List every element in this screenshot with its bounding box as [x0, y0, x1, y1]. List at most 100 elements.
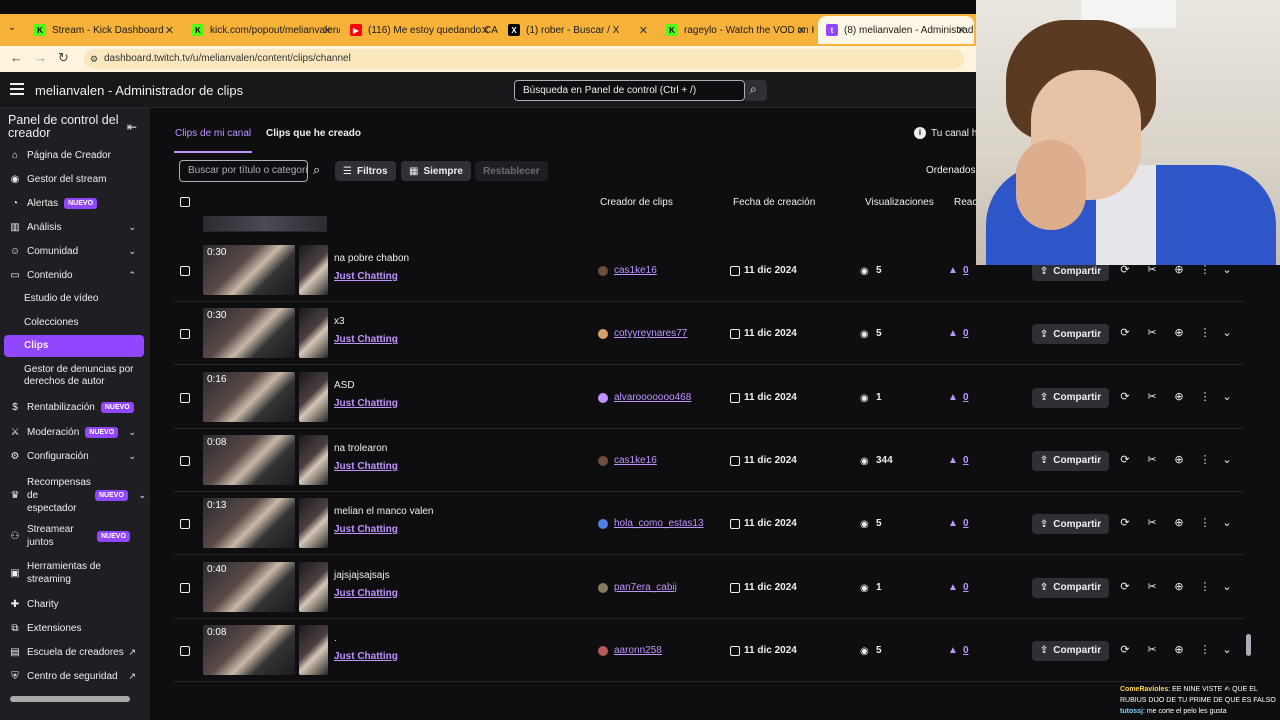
search-icon[interactable]: ⌕ — [313, 162, 320, 178]
browser-tab-3[interactable]: ▶ (116) Me estoy quedando CALV ✕ — [342, 16, 498, 44]
clip-creator-link[interactable]: cas1ke16 — [614, 455, 657, 466]
reload-icon[interactable]: ↻ — [58, 50, 69, 66]
clip-vertical-thumbnail[interactable] — [299, 498, 328, 549]
row-checkbox[interactable] — [180, 645, 190, 656]
scissors-icon[interactable]: ✂ — [1145, 516, 1159, 529]
scissors-icon[interactable]: ✂ — [1145, 390, 1159, 403]
clip-thumbnail[interactable]: 0:08 — [203, 434, 295, 485]
filters-button[interactable]: ☰ Filtros — [335, 161, 396, 181]
close-tab-icon[interactable]: ✕ — [323, 24, 332, 37]
tab-clips-i-created[interactable]: Clips que he creado — [266, 128, 361, 139]
more-options-icon[interactable]: ⋮ — [1198, 580, 1212, 593]
sidebar-item-stream-manager[interactable]: ◉ Gestor del stream — [0, 173, 150, 185]
menu-icon[interactable] — [10, 83, 24, 95]
browser-tab-6-active[interactable]: t (8) melianvalen - Administrado ✕ — [818, 16, 974, 44]
table-row[interactable]: 0:08 na trolearon Just Chatting cas1ke16 11 … — [174, 429, 1244, 492]
select-all-checkbox[interactable] — [180, 197, 190, 207]
tab-my-channel-clips[interactable]: Clips de mi canal — [175, 128, 251, 139]
more-options-icon[interactable]: ⋮ — [1198, 643, 1212, 656]
reset-button[interactable]: Restablecer — [475, 161, 548, 181]
more-options-icon[interactable]: ⋮ — [1198, 390, 1212, 403]
row-checkbox[interactable] — [180, 455, 190, 466]
clip-vertical-thumbnail[interactable] — [299, 624, 328, 675]
clip-category-link[interactable]: Just Chatting — [334, 461, 398, 472]
more-options-icon[interactable]: ⋮ — [1198, 516, 1212, 529]
sidebar-item-charity[interactable]: ✚ Charity — [0, 598, 150, 610]
sidebar-item-extensions[interactable]: ⧉ Extensiones — [0, 622, 150, 634]
scissors-icon[interactable]: ✂ — [1145, 453, 1159, 466]
add-icon[interactable]: ⊕ — [1172, 580, 1186, 593]
close-tab-icon[interactable]: ✕ — [481, 24, 490, 37]
clip-thumbnail[interactable]: 0:08 — [203, 624, 295, 675]
row-checkbox[interactable] — [180, 329, 190, 340]
clip-creator-link[interactable]: cotyyreynares77 — [614, 328, 687, 339]
chevron-down-icon[interactable]: ⌄ — [1220, 580, 1234, 593]
sidebar-sub-collections[interactable]: Colecciones — [24, 317, 78, 329]
browser-tab-5[interactable]: K rageylo - Watch the VOD on Ki ✕ — [658, 16, 814, 44]
sidebar-item-stream-together[interactable]: ⚇ Streamear juntos NUEVO — [0, 523, 150, 549]
browser-tab-4[interactable]: X (1) rober - Buscar / X ✕ — [500, 16, 656, 44]
share-button[interactable]: ⇪ Compartir — [1032, 387, 1109, 408]
sidebar-item-viewer-rewards[interactable]: ♛ Recompensas de espectador NUEVO ⌄ — [0, 476, 150, 514]
browser-tab-2[interactable]: K kick.com/popout/melianvalen/c ✕ — [184, 16, 340, 44]
tab-list-dropdown-icon[interactable]: ⌄ — [8, 22, 16, 33]
clip-likes[interactable]: 0 — [963, 265, 969, 276]
clip-category-link[interactable]: Just Chatting — [334, 524, 398, 535]
sync-icon[interactable]: ⟳ — [1118, 390, 1132, 403]
sync-icon[interactable]: ⟳ — [1118, 580, 1132, 593]
sync-icon[interactable]: ⟳ — [1118, 326, 1132, 339]
close-tab-icon[interactable]: ✕ — [797, 24, 806, 37]
col-views[interactable]: Visualizaciones — [865, 197, 934, 208]
scissors-icon[interactable]: ✂ — [1145, 643, 1159, 656]
more-options-icon[interactable]: ⋮ — [1198, 453, 1212, 466]
clip-creator-link[interactable]: cas1ke16 — [614, 265, 657, 276]
sidebar-item-moderation[interactable]: ⚔ Moderación NUEVO ⌄ — [0, 426, 150, 438]
close-tab-icon[interactable]: ✕ — [165, 24, 174, 37]
site-info-icon[interactable]: ⚙ — [90, 49, 98, 69]
clip-vertical-thumbnail[interactable] — [299, 308, 328, 359]
row-checkbox[interactable] — [180, 582, 190, 593]
dashboard-search-input[interactable]: Búsqueda en Panel de control (Ctrl + /) — [514, 80, 745, 101]
col-created-date[interactable]: Fecha de creación — [733, 197, 815, 208]
add-icon[interactable]: ⊕ — [1172, 453, 1186, 466]
share-button[interactable]: ⇪ Compartir — [1032, 514, 1109, 535]
clip-vertical-thumbnail[interactable] — [299, 434, 328, 485]
clip-thumbnail[interactable]: 0:16 — [203, 371, 295, 422]
clip-category-link[interactable]: Just Chatting — [334, 334, 398, 345]
add-icon[interactable]: ⊕ — [1172, 390, 1186, 403]
sidebar-item-creator-page[interactable]: ⌂ Página de Creador — [0, 149, 150, 161]
sidebar-item-safety-center[interactable]: ⛨ Centro de seguridad ↗ — [0, 670, 150, 682]
clip-creator-link[interactable]: pan7era_cabij — [614, 582, 677, 593]
table-row[interactable]: 0:08. Just Chatting aaronn258 11 dic 2024 ◉ 5… — [174, 619, 1244, 682]
clip-vertical-thumbnail[interactable] — [299, 561, 328, 612]
forward-icon[interactable]: → — [34, 50, 47, 65]
scissors-icon[interactable]: ✂ — [1145, 580, 1159, 593]
chevron-down-icon[interactable]: ⌄ — [1220, 453, 1234, 466]
sidebar-horizontal-scrollbar[interactable] — [10, 696, 130, 702]
url-field[interactable]: ⚙ dashboard.twitch.tv/u/melianvalen/cont… — [84, 49, 964, 69]
clip-likes[interactable]: 0 — [963, 455, 969, 466]
clip-search-input[interactable]: Buscar por título o categoría — [179, 160, 308, 182]
row-checkbox[interactable] — [180, 392, 190, 403]
sort-label[interactable]: Ordenados — [926, 165, 975, 176]
sidebar-sub-clips[interactable]: Clips — [24, 340, 48, 352]
sync-icon[interactable]: ⟳ — [1118, 643, 1132, 656]
close-tab-icon[interactable]: ✕ — [957, 24, 966, 37]
sync-icon[interactable]: ⟳ — [1118, 453, 1132, 466]
clip-thumbnail[interactable]: 0:40 — [203, 561, 295, 612]
sync-icon[interactable]: ⟳ — [1118, 516, 1132, 529]
clip-likes[interactable]: 0 — [963, 645, 969, 656]
sidebar-item-settings[interactable]: ⚙ Configuración ⌄ — [0, 450, 150, 462]
clip-category-link[interactable]: Just Chatting — [334, 651, 398, 662]
clip-vertical-thumbnail[interactable] — [299, 371, 328, 422]
channel-info[interactable]: i Tu canal h — [914, 125, 984, 141]
clip-creator-link[interactable]: alvarooooooo468 — [614, 392, 691, 403]
add-icon[interactable]: ⊕ — [1172, 643, 1186, 656]
sidebar-item-analytics[interactable]: ▥ Análisis ⌄ — [0, 221, 150, 233]
clip-creator-link[interactable]: hola_como_estas13 — [614, 518, 704, 529]
close-tab-icon[interactable]: ✕ — [639, 24, 648, 37]
clip-category-link[interactable]: Just Chatting — [334, 271, 398, 282]
sidebar-sub-copyright[interactable]: Gestor de denuncias por derechos de auto… — [24, 364, 134, 388]
date-range-button[interactable]: ▦ Siempre — [401, 161, 471, 181]
share-button[interactable]: ⇪ Compartir — [1032, 450, 1109, 471]
